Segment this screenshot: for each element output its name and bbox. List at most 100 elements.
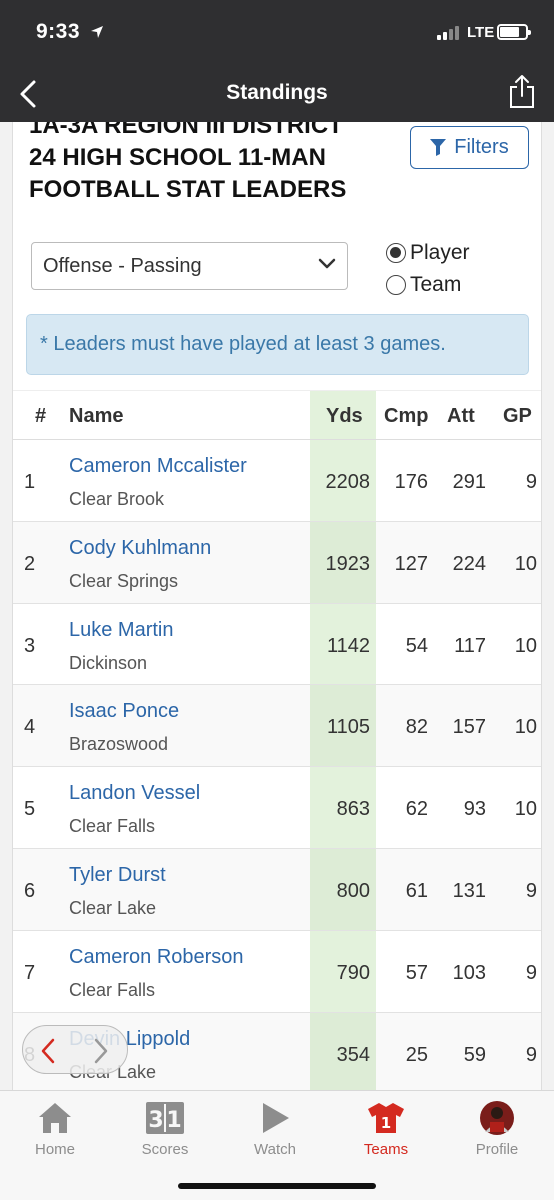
filter-funnel-icon [430, 139, 447, 156]
cell-cmp: 127 [394, 552, 428, 575]
stat-category-select[interactable]: Offense - Passing [31, 242, 348, 290]
player-radio-option[interactable]: Player [386, 239, 470, 267]
avatar-icon [480, 1101, 514, 1135]
player-school: Dickinson [69, 652, 148, 673]
header-name[interactable]: Name [69, 405, 123, 428]
tab-profile[interactable]: Profile [452, 1099, 542, 1158]
tab-watch[interactable]: Watch [230, 1099, 320, 1158]
team-radio-button[interactable] [386, 275, 406, 295]
cell-yds: 1923 [325, 552, 371, 575]
table-row[interactable]: 1 Cameron Mccalister Clear Brook 2208 176 291… [13, 440, 541, 522]
player-radio-button[interactable] [386, 243, 406, 263]
row-rank: 2 [24, 552, 36, 575]
previous-page-icon[interactable] [40, 1038, 56, 1064]
player-name-link[interactable]: Cody Kuhlmann [69, 537, 211, 560]
player-school: Clear Falls [69, 816, 156, 837]
row-rank: 7 [24, 961, 36, 984]
table-row[interactable]: 7 Cameron Roberson Clear Falls 790 57 103 9 [13, 931, 541, 1013]
header-yds[interactable]: Yds [326, 405, 363, 428]
page-title: Standings [226, 81, 328, 104]
table-row[interactable]: 5 Landon Vessel Clear Falls 863 62 93 10 [13, 767, 541, 849]
play-icon [263, 1103, 289, 1133]
cell-cmp: 62 [405, 798, 428, 821]
share-icon[interactable] [508, 74, 536, 110]
cell-yds: 1105 [326, 716, 370, 739]
player-name-link[interactable]: Isaac Ponce [69, 700, 179, 723]
player-school: Clear Falls [69, 979, 156, 1000]
tab-profile-label: Profile [475, 1141, 519, 1158]
battery-icon [497, 24, 531, 40]
row-rank: 5 [24, 798, 36, 821]
player-name-link[interactable]: Luke Martin [69, 619, 174, 642]
svg-text:3: 3 [148, 1108, 163, 1133]
cell-att: 291 [452, 471, 486, 493]
stat-leaders-card: 1A-3A REGION III DISTRICT 24 HIGH SCHOOL… [12, 122, 542, 1090]
cell-gp: 9 [525, 471, 537, 493]
cell-cmp: 54 [405, 634, 428, 657]
player-school: Clear Springs [69, 570, 179, 591]
tab-scores[interactable]: 31 Scores [120, 1099, 210, 1158]
heading-line-2: 24 HIGH SCHOOL 11-MAN [29, 144, 326, 171]
stat-leaders-heading: 1A-3A REGION III DISTRICT 24 HIGH SCHOOL… [29, 122, 389, 206]
player-school: Clear Lake [69, 897, 157, 918]
row-rank: 1 [24, 471, 36, 493]
cell-att: 224 [452, 552, 486, 575]
cell-cmp: 82 [405, 716, 428, 739]
cell-gp: 9 [525, 1043, 537, 1066]
tab-teams[interactable]: 1 Teams [341, 1099, 431, 1158]
svg-text:1: 1 [166, 1108, 181, 1133]
stat-category-value: Offense - Passing [43, 255, 202, 277]
header-gp[interactable]: GP [503, 405, 532, 428]
cell-att: 131 [452, 879, 486, 902]
cell-cmp: 57 [405, 961, 428, 984]
row-rank: 3 [24, 634, 36, 657]
page-nav-pill [22, 1025, 128, 1074]
chevron-down-icon [318, 258, 336, 269]
cell-yds: 354 [336, 1043, 370, 1066]
row-rank: 6 [24, 879, 36, 902]
player-name-link[interactable]: Landon Vessel [69, 782, 200, 805]
cell-att: 117 [454, 634, 486, 657]
player-school: Clear Brook [69, 489, 165, 509]
heading-line-1: 1A-3A REGION III DISTRICT [29, 122, 343, 139]
header-cmp[interactable]: Cmp [384, 405, 428, 428]
table-row[interactable]: 2 Cody Kuhlmann Clear Springs 1923 127 224 10 [13, 522, 541, 604]
nav-bar: Standings [0, 66, 554, 122]
network-type: LTE [467, 24, 495, 41]
tab-watch-label: Watch [254, 1141, 296, 1158]
table-row[interactable]: 3 Luke Martin Dickinson 1142 54 117 10 [13, 604, 541, 686]
cell-yds: 1142 [326, 634, 370, 657]
cell-cmp: 176 [394, 471, 428, 493]
header-att[interactable]: Att [447, 405, 475, 428]
cell-gp: 9 [525, 879, 537, 902]
player-name-link[interactable]: Cameron Roberson [69, 946, 244, 969]
tab-home-label: Home [34, 1141, 75, 1158]
player-school: Brazoswood [69, 734, 169, 755]
cell-att: 93 [463, 798, 486, 821]
minimum-games-notice: * Leaders must have played at least 3 ga… [26, 314, 529, 375]
filters-button[interactable]: Filters [410, 126, 529, 169]
scoreboard-icon: 31 [146, 1102, 184, 1134]
team-radio-label: Team [410, 273, 462, 296]
jersey-icon: 1 [368, 1103, 404, 1133]
player-radio-label: Player [410, 241, 470, 264]
stat-leaders-table: # Name Yds Cmp Att GP 1 Cameron Mccaliste… [13, 390, 541, 1090]
cell-att: 157 [452, 716, 486, 739]
status-time: 9:33 [36, 20, 81, 43]
row-rank: 4 [24, 716, 36, 739]
cell-att: 59 [463, 1043, 486, 1066]
team-radio-option[interactable]: Team [386, 271, 461, 299]
cell-yds: 2208 [325, 471, 371, 493]
next-page-icon[interactable] [93, 1038, 109, 1064]
table-row[interactable]: 4 Isaac Ponce Brazoswood 1105 82 157 10 [13, 685, 541, 768]
content-area: 1A-3A REGION III DISTRICT 24 HIGH SCHOOL… [0, 122, 554, 1090]
cell-gp: 10 [514, 716, 537, 739]
table-row[interactable]: 6 Tyler Durst Clear Lake 800 61 131 9 [13, 849, 541, 931]
tab-home[interactable]: Home [10, 1099, 100, 1158]
teams-badge-number: 1 [381, 1114, 391, 1132]
table-header: # Name Yds Cmp Att GP [13, 390, 541, 440]
player-name-link[interactable]: Tyler Durst [69, 864, 166, 887]
heading-line-3: FOOTBALL STAT LEADERS [29, 176, 347, 203]
player-name-link[interactable]: Cameron Mccalister [69, 455, 247, 478]
cell-att: 103 [452, 961, 486, 984]
